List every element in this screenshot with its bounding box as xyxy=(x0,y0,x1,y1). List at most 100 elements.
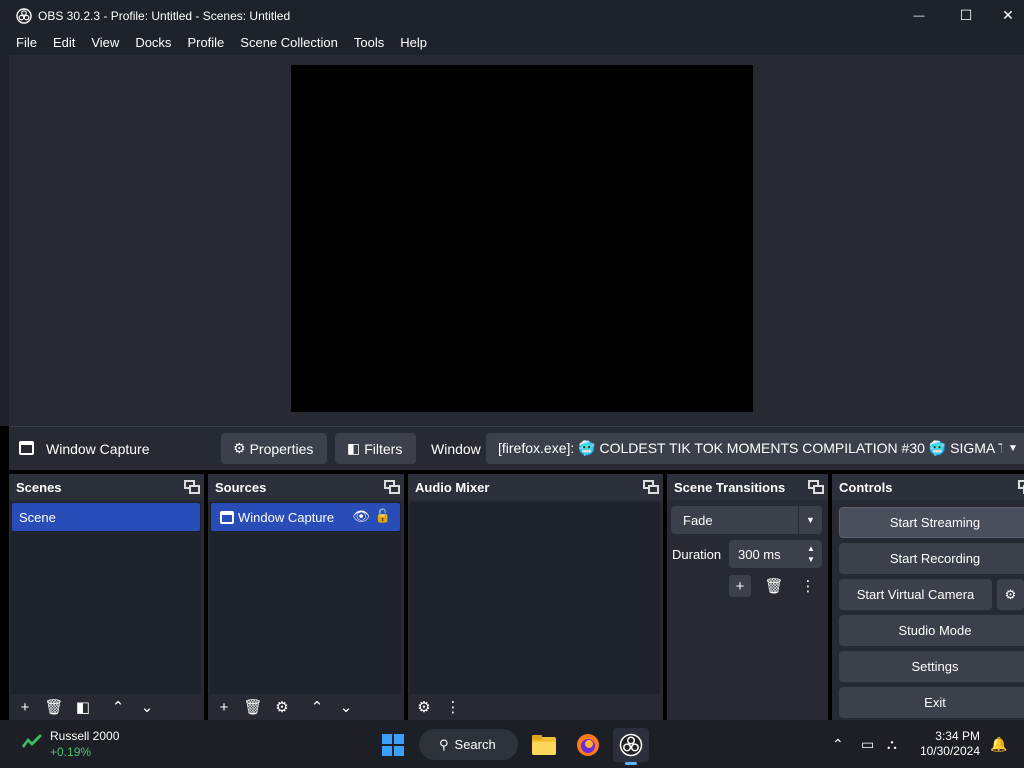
properties-button[interactable]: ⚙ Properties xyxy=(221,433,327,464)
menu-tools[interactable]: Tools xyxy=(346,31,392,55)
settings-button[interactable]: Settings xyxy=(839,651,1024,682)
scene-item-label: Scene xyxy=(19,509,56,525)
taskbar-search[interactable]: ⚲ Search xyxy=(419,729,518,760)
plus-icon: + xyxy=(735,577,745,595)
menu-view[interactable]: View xyxy=(83,31,127,55)
window-title: OBS 30.2.3 - Profile: Untitled - Scenes:… xyxy=(38,8,291,23)
remove-transition-button[interactable]: 🗑 xyxy=(763,575,785,597)
selected-source-name: Window Capture xyxy=(46,441,150,457)
chevron-up-icon[interactable]: ▲ xyxy=(807,543,815,554)
scene-list-item[interactable]: Scene xyxy=(12,503,200,531)
chevron-down-icon: ⌄ xyxy=(140,699,154,716)
clock-date: 10/30/2024 xyxy=(919,744,980,758)
spin-arrows[interactable]: ▲ ▼ xyxy=(800,540,822,568)
source-toolbar: Window Capture ⚙ Properties ◧ Filters Wi… xyxy=(9,426,1024,470)
advanced-audio-button[interactable]: ⚙ xyxy=(413,696,435,718)
chevron-up-icon[interactable]: ⌃ xyxy=(832,736,844,753)
undock-icon[interactable] xyxy=(1018,480,1024,494)
menu-docks[interactable]: Docks xyxy=(127,31,179,55)
start-recording-button[interactable]: Start Recording xyxy=(839,543,1024,574)
duration-spinbox[interactable]: 300 ms ▲ ▼ xyxy=(729,540,822,568)
scene-transitions-dock-title: Scene Transitions xyxy=(674,479,786,495)
system-clock[interactable]: 3:34 PM 10/30/2024 xyxy=(920,729,980,759)
window-capture-icon xyxy=(19,441,34,455)
audio-mixer-footer: ⚙ ⋮ xyxy=(408,694,663,720)
start-virtual-camera-button[interactable]: Start Virtual Camera xyxy=(839,579,992,610)
audio-mixer-area xyxy=(410,502,660,694)
window-select[interactable]: [firefox.exe]: 🥶 COLDEST TIK TOK MOMENTS… xyxy=(486,433,1024,464)
file-explorer-app[interactable] xyxy=(526,728,562,762)
add-scene-button[interactable]: + xyxy=(14,696,36,718)
add-source-button[interactable]: + xyxy=(213,696,235,718)
close-button[interactable]: ✕ xyxy=(985,0,1024,31)
audio-menu-button[interactable]: ⋮ xyxy=(442,696,464,718)
move-source-up-button[interactable]: ⌃ xyxy=(306,696,328,718)
sources-list[interactable]: Window Capture 👁 🔓 xyxy=(210,502,401,694)
network-icon[interactable]: ⛬ xyxy=(887,736,897,753)
window-field-label: Window xyxy=(431,441,481,457)
undock-icon[interactable] xyxy=(643,480,659,494)
gear-icon: ⚙ xyxy=(1004,586,1017,602)
source-list-item[interactable]: Window Capture 👁 🔓 xyxy=(211,503,400,531)
virtual-camera-settings-button[interactable]: ⚙ xyxy=(997,579,1024,610)
scene-filters-button[interactable]: ◧ xyxy=(72,696,94,718)
duration-label: Duration xyxy=(672,547,722,562)
add-transition-button[interactable]: + xyxy=(729,575,751,597)
eye-icon[interactable]: 👁 xyxy=(352,508,370,525)
firefox-icon xyxy=(577,734,599,756)
plus-icon: + xyxy=(20,698,30,716)
sources-dock-header: Sources xyxy=(208,474,404,500)
obs-app[interactable] xyxy=(613,728,649,765)
remove-source-button[interactable]: 🗑 xyxy=(242,696,264,718)
filters-button[interactable]: ◧ Filters xyxy=(335,433,416,464)
window-select-value: [firefox.exe]: 🥶 COLDEST TIK TOK MOMENTS… xyxy=(498,440,1024,456)
preview-canvas[interactable] xyxy=(291,65,753,412)
start-streaming-button[interactable]: Start Streaming xyxy=(839,507,1024,538)
ticker-name[interactable]: Russell 2000 xyxy=(50,729,119,743)
move-scene-down-button[interactable]: ⌄ xyxy=(136,696,158,718)
move-source-down-button[interactable]: ⌄ xyxy=(335,696,357,718)
filters-icon: ◧ xyxy=(75,699,91,716)
gear-icon: ⚙ xyxy=(275,699,289,716)
studio-mode-button[interactable]: Studio Mode xyxy=(839,615,1024,646)
menu-profile[interactable]: Profile xyxy=(179,31,232,55)
plus-icon: + xyxy=(219,698,229,716)
chevron-down-icon[interactable]: ▼ xyxy=(807,554,815,565)
scenes-list[interactable]: Scene xyxy=(11,502,201,694)
trash-icon: 🗑 xyxy=(764,578,784,595)
undock-icon[interactable] xyxy=(184,480,200,494)
move-scene-up-button[interactable]: ⌃ xyxy=(107,696,129,718)
clock-time: 3:34 PM xyxy=(935,729,980,743)
filters-label: Filters xyxy=(364,440,403,457)
stock-trend-icon[interactable] xyxy=(20,728,44,752)
menu-scene-collection[interactable]: Scene Collection xyxy=(232,31,346,55)
exit-button[interactable]: Exit xyxy=(839,687,1024,718)
maximize-button[interactable]: ☐ xyxy=(943,0,989,31)
menu-bar: File Edit View Docks Profile Scene Colle… xyxy=(0,31,1024,55)
menu-edit[interactable]: Edit xyxy=(45,31,83,55)
display-icon[interactable]: ▭ xyxy=(861,736,874,753)
notification-icon[interactable]: 🔔 xyxy=(990,736,1007,753)
menu-help[interactable]: Help xyxy=(392,31,435,55)
sources-dock-title: Sources xyxy=(215,479,267,495)
undock-icon[interactable] xyxy=(384,480,400,494)
sources-dock-footer: + 🗑 ⚙ ⌃ ⌄ xyxy=(208,694,404,720)
transition-select[interactable]: Fade ▼ xyxy=(671,506,822,534)
windows-start-icon[interactable] xyxy=(381,733,405,757)
menu-file[interactable]: File xyxy=(8,31,45,55)
preview-area xyxy=(0,55,1024,426)
active-indicator xyxy=(625,762,637,765)
undock-icon[interactable] xyxy=(808,480,824,494)
transition-menu-button[interactable]: ⋮ xyxy=(797,575,819,597)
folder-icon xyxy=(532,735,556,755)
chevron-down-icon: ⌄ xyxy=(339,699,353,716)
trash-icon: 🗑 xyxy=(243,699,263,716)
maximize-icon: ☐ xyxy=(959,7,973,23)
source-properties-button[interactable]: ⚙ xyxy=(271,696,293,718)
minimize-button[interactable]: — xyxy=(896,0,942,31)
lock-icon[interactable]: 🔓 xyxy=(375,508,391,524)
search-icon: ⚲ xyxy=(439,736,449,752)
firefox-app[interactable] xyxy=(570,728,606,762)
gears-icon: ⚙ xyxy=(417,699,431,716)
remove-scene-button[interactable]: 🗑 xyxy=(43,696,65,718)
